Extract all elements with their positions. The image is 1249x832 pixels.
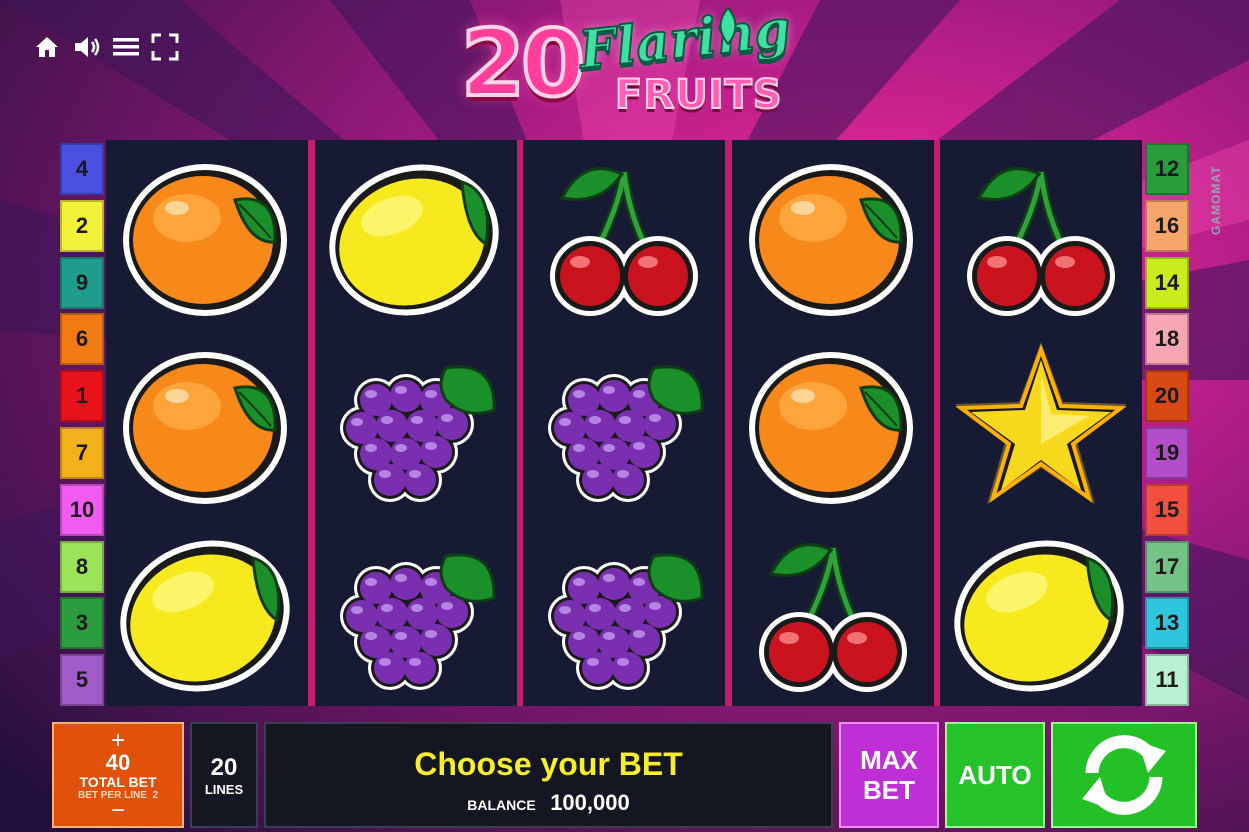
logo-flaring: Flaring <box>575 0 794 82</box>
payline-left-2: 2 <box>60 199 104 252</box>
bet-message: Choose your BET <box>414 746 683 782</box>
payline-left-3: 3 <box>60 597 104 650</box>
bet-increase-button[interactable]: + <box>54 729 182 753</box>
payline-right-11: 11 <box>1145 654 1189 707</box>
payline-left-9: 9 <box>60 256 104 309</box>
orange-icon <box>117 152 297 322</box>
orange-icon <box>743 152 923 322</box>
payline-right-15: 15 <box>1145 483 1189 536</box>
reel-4 <box>731 140 934 706</box>
star-icon <box>951 340 1131 510</box>
auto-label: AUTO <box>958 759 1032 790</box>
payline-left-8: 8 <box>60 540 104 593</box>
logo-fruits: FRUITS <box>614 71 783 119</box>
reel-2 <box>314 140 517 706</box>
game-logo: 20 Flaring FRUITS <box>455 0 805 128</box>
balance-value: 100,000 <box>550 790 630 815</box>
total-bet-value: 40 <box>105 750 131 775</box>
payline-left-5: 5 <box>60 654 104 707</box>
cherry-icon <box>743 528 923 698</box>
payline-right-19: 19 <box>1145 427 1189 479</box>
spin-button[interactable] <box>1051 722 1197 828</box>
menu-icon[interactable] <box>111 30 141 64</box>
bet-decrease-button[interactable]: − <box>54 799 182 823</box>
total-bet-panel: + 40 TOTAL BET BET PER LINE 2 − <box>52 722 184 828</box>
payline-left-4: 4 <box>60 143 104 195</box>
leaf-icon <box>719 6 737 46</box>
cherry-icon <box>951 152 1131 322</box>
grapes-icon <box>326 340 506 510</box>
home-icon[interactable] <box>32 30 62 64</box>
payline-left-7: 7 <box>60 427 104 479</box>
lines-value: 20 <box>210 754 238 781</box>
payline-left-10: 10 <box>60 483 104 536</box>
game-screen: 20 Flaring FRUITS GAMOMAT + 40 TOTAL BET… <box>0 0 1249 832</box>
grapes-icon <box>326 528 506 698</box>
reel-1 <box>106 140 308 706</box>
max-bet-button[interactable]: MAX BET <box>839 722 939 828</box>
spin-arrows-icon <box>1082 735 1166 815</box>
balance-label: BALANCE <box>467 797 536 813</box>
grapes-icon <box>534 528 714 698</box>
orange-icon <box>117 340 297 510</box>
reel-5 <box>940 140 1142 706</box>
reels-area <box>106 140 1142 706</box>
grapes-icon <box>534 340 714 510</box>
lemon-icon <box>326 152 506 322</box>
lemon-icon <box>951 528 1131 698</box>
payline-right-17: 17 <box>1145 540 1189 593</box>
payline-right-13: 13 <box>1145 597 1189 650</box>
fullscreen-icon[interactable] <box>150 30 180 64</box>
total-bet-label: TOTAL BET <box>79 774 157 790</box>
brand-label: GAMOMAT <box>1209 165 1223 235</box>
lines-label: LINES <box>204 782 244 797</box>
lemon-icon <box>117 528 297 698</box>
cherry-icon <box>534 152 714 322</box>
payline-right-12: 12 <box>1145 143 1189 195</box>
payline-left-6: 6 <box>60 313 104 366</box>
lines-panel: 20 LINES <box>190 722 258 828</box>
orange-icon <box>743 340 923 510</box>
payline-right-16: 16 <box>1145 199 1189 252</box>
logo-number: 20 <box>459 10 587 117</box>
payline-right-18: 18 <box>1145 313 1189 366</box>
balance-row: BALANCE 100,000 <box>266 790 831 816</box>
reel-3 <box>523 140 725 706</box>
sound-icon[interactable] <box>72 30 102 64</box>
payline-right-20: 20 <box>1145 370 1189 423</box>
max-bet-label-line1: MAX <box>860 745 918 775</box>
auto-button[interactable]: AUTO <box>945 722 1045 828</box>
payline-left-1: 1 <box>60 370 104 423</box>
max-bet-label-line2: BET <box>863 775 915 805</box>
message-panel: Choose your BET BALANCE 100,000 <box>264 722 833 828</box>
payline-right-14: 14 <box>1145 256 1189 309</box>
